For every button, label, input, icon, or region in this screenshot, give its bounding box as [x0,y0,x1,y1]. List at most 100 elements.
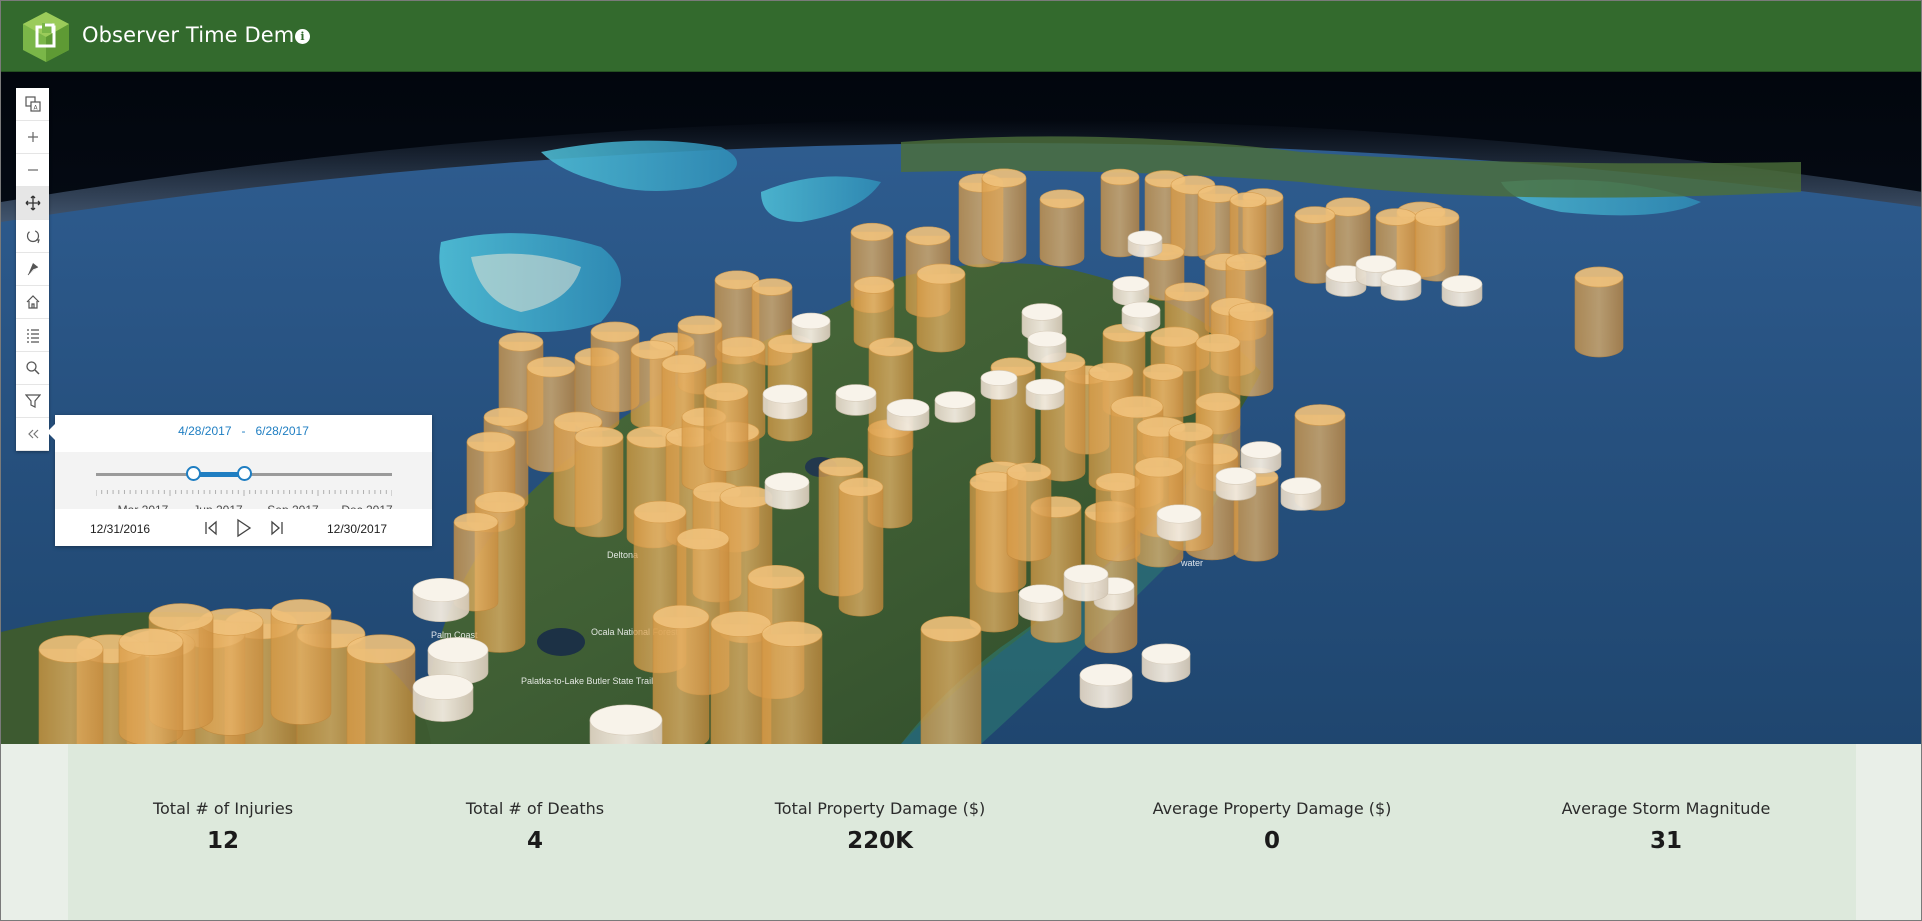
full-end-date: 12/30/2017 [327,522,388,536]
storm-column-marker[interactable] [838,477,884,617]
stat-label: Average Property Damage ($) [1152,799,1392,818]
storm-base-marker[interactable] [1127,230,1163,258]
storm-column-marker[interactable] [981,168,1027,263]
storm-base-marker[interactable] [1240,441,1282,474]
map-toolbar: A [16,88,49,451]
storm-column-marker[interactable] [1039,189,1085,267]
zoom-in-icon [27,132,38,142]
slider-thumb-end[interactable] [236,466,252,481]
compass-button[interactable] [16,253,49,286]
storm-base-marker[interactable] [1215,467,1257,501]
map-place-label: water [1180,558,1203,568]
stat-value: 12 [206,828,240,854]
storm-base-marker[interactable] [886,398,930,432]
rotate-button[interactable] [16,220,49,253]
storm-base-marker[interactable] [1380,269,1422,301]
play-icon[interactable] [233,518,253,538]
search-button[interactable] [16,352,49,385]
storm-column-marker[interactable] [703,382,749,472]
basemap-toggle-icon: A [24,96,41,112]
filter-icon [24,394,41,408]
time-slider-pointer [47,424,55,440]
layer-list-icon [26,329,39,343]
storm-base-marker[interactable] [1018,584,1064,622]
stat-value: 31 [1649,828,1682,854]
storm-base-marker[interactable] [1027,330,1067,364]
slider-controls: 12/31/2016 12/30/2017 [55,509,432,546]
stat-label: Total # of Injuries [152,799,294,818]
storm-column-marker[interactable] [920,616,982,744]
slider-ticks [96,490,392,496]
range-end-date: 6/28/2017 [255,424,309,438]
time-slider: 4/28/2017-6/28/2017 Mar 2017 Jun 2017 Se… [47,415,432,546]
pan-icon [25,195,40,211]
stat-deaths: Total # of Deaths 4 [466,799,604,854]
basemap-toggle-button[interactable]: A [16,88,49,121]
storm-base-marker[interactable] [791,312,831,344]
pan-button[interactable] [16,187,49,220]
storm-base-marker[interactable] [762,384,808,420]
stat-value: 220K [847,828,913,854]
storm-base-marker[interactable] [412,577,470,623]
map-view[interactable]: DeltonaOcala National ForestPalatka-to-L… [1,72,1922,744]
storm-column-marker[interactable] [1574,266,1624,358]
layer-list-button[interactable] [16,319,49,352]
storm-column-marker[interactable] [1006,462,1052,562]
stat-average-storm-magnitude: Average Storm Magnitude 31 [1562,799,1771,854]
storm-column-marker[interactable] [1229,192,1267,263]
storm-base-marker[interactable] [1063,564,1109,602]
scene-view[interactable]: DeltonaOcala National ForestPalatka-to-L… [1,72,1922,744]
collapse-icon [27,429,38,439]
storm-column-marker[interactable] [761,621,823,744]
zoom-out-button[interactable] [16,154,49,187]
storm-base-marker[interactable] [1112,276,1150,306]
storm-column-marker[interactable] [1095,472,1141,562]
storm-base-marker[interactable] [980,370,1018,400]
full-start-date: 12/31/2016 [90,522,151,536]
storm-base-marker[interactable] [934,391,976,423]
storm-column-marker[interactable] [38,635,104,744]
storm-base-marker[interactable] [589,704,663,744]
stat-label: Average Storm Magnitude [1561,799,1771,818]
zoom-in-button[interactable] [16,121,49,154]
storm-base-marker[interactable] [1156,504,1202,542]
storm-base-marker[interactable] [1121,301,1161,333]
storm-column-marker[interactable] [916,263,966,353]
storm-column-marker[interactable] [1414,207,1460,282]
stat-injuries: Total # of Injuries 12 [153,799,293,854]
storm-base-marker[interactable] [1141,643,1191,683]
stat-value: 0 [1263,828,1280,854]
time-range-display: 4/28/2017-6/28/2017 [55,424,432,438]
storm-column-marker[interactable] [118,628,184,744]
storm-column-marker[interactable] [270,599,332,725]
map-place-label: Deltona [607,550,638,560]
stat-value: 4 [526,828,544,854]
stat-average-property-damage: Average Property Damage ($) 0 [1153,799,1392,854]
stat-total-property-damage: Total Property Damage ($) 220K [775,799,986,854]
range-start-date: 4/28/2017 [178,424,232,438]
filter-button[interactable] [16,385,49,418]
info-icon[interactable]: i [295,29,310,44]
compass-icon [27,263,38,276]
statistics-panel: Total # of Injuries 12 Total # of Deaths… [68,744,1856,920]
previous-icon[interactable] [201,518,221,538]
storm-base-marker[interactable] [412,674,474,722]
collapse-button[interactable] [16,418,49,451]
next-icon[interactable] [267,518,287,538]
app-window: Observer Time Demo i Deltona Ocala Natio… [0,0,1922,921]
storm-base-marker[interactable] [1025,378,1065,411]
home-button[interactable] [16,286,49,319]
storm-base-marker[interactable] [1280,477,1322,511]
storm-base-marker[interactable] [1441,275,1483,307]
slider-thumb-start[interactable] [186,466,202,481]
stat-label: Total Property Damage ($) [774,799,986,818]
storm-column-marker[interactable] [574,426,624,538]
storm-base-marker[interactable] [835,384,877,416]
storm-column-marker[interactable] [346,634,416,744]
zoom-out-icon [27,169,38,171]
storm-base-marker[interactable] [764,472,810,510]
stat-label: Total # of Deaths [465,799,605,818]
storm-base-marker[interactable] [1079,663,1133,709]
app-header: Observer Time Demo i [1,1,1921,72]
storm-column-marker[interactable] [1040,352,1086,482]
